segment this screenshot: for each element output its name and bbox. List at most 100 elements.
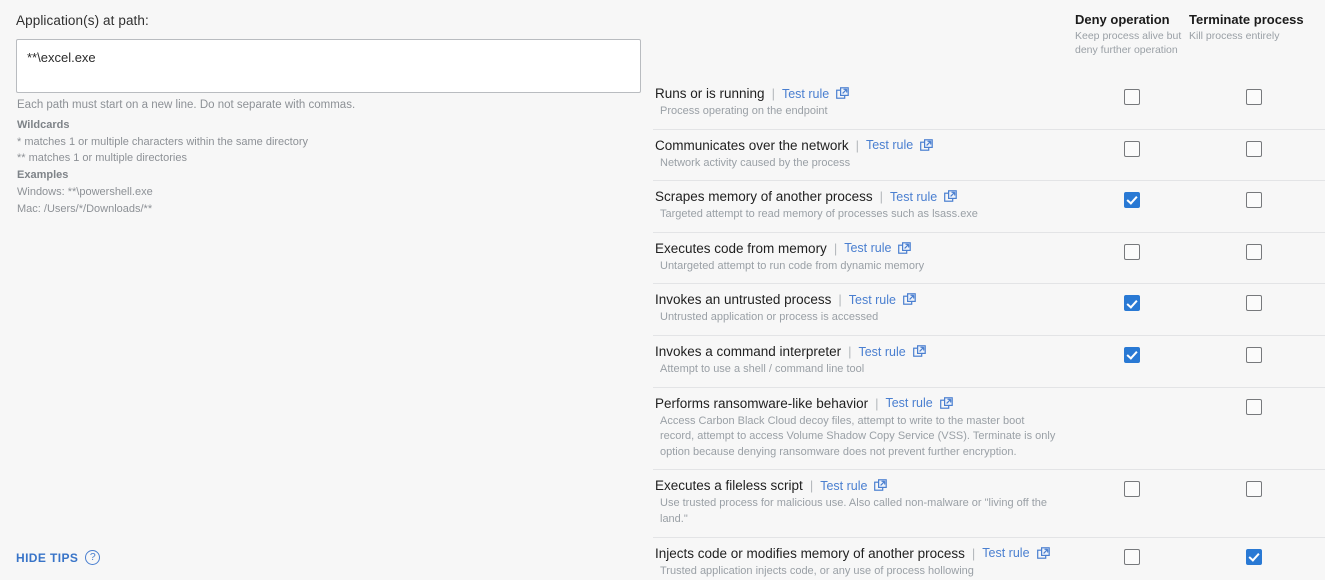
- test-rule-link[interactable]: Test rule: [820, 479, 867, 493]
- path-hint-text: Each path must start on a new line. Do n…: [17, 99, 356, 111]
- rule-row: Runs or is running | Test rule Process oper…: [653, 78, 1325, 129]
- deny-cell: [1075, 470, 1189, 498]
- deny-cell: [1075, 388, 1189, 415]
- rule-info: Invokes an untrusted process | Test rule Un…: [653, 284, 1075, 335]
- path-field-label: Application(s) at path:: [16, 13, 149, 28]
- tips-line: ** matches 1 or multiple directories: [17, 152, 187, 165]
- test-rule-link[interactable]: Test rule: [858, 345, 905, 359]
- deny-cell: [1075, 78, 1189, 105]
- rule-info: Runs or is running | Test rule Process oper…: [653, 78, 1075, 129]
- rule-title-line: Executes a fileless script | Test rule: [655, 478, 1075, 493]
- open-in-new-window-icon[interactable]: [903, 293, 916, 306]
- rule-title-line: Invokes a command interpreter | Test rule: [655, 344, 1075, 359]
- terminate-checkbox[interactable]: [1246, 140, 1262, 157]
- rule-title-line: Communicates over the network | Test rule: [655, 138, 1075, 153]
- rule-title-line: Injects code or modifies memory of anoth…: [655, 546, 1075, 561]
- rule-title: Scrapes memory of another process: [655, 189, 873, 205]
- deny-cell: [1075, 130, 1189, 157]
- deny-checkbox[interactable]: [1124, 347, 1140, 364]
- rule-info: Performs ransomware-like behavior | Test r…: [653, 388, 1075, 470]
- rules-table: Runs or is running | Test rule Process oper…: [653, 78, 1325, 580]
- rule-description: Process operating on the endpoint: [660, 105, 828, 117]
- tips-heading: Examples: [17, 169, 69, 182]
- deny-checkbox[interactable]: [1124, 192, 1140, 209]
- rule-info: Invokes a command interpreter | Test rule A…: [653, 336, 1075, 387]
- rule-info: Executes a fileless script | Test rule Use …: [653, 470, 1075, 536]
- title-separator: |: [833, 240, 838, 256]
- deny-checkbox[interactable]: [1124, 548, 1140, 565]
- column-header-deny: Deny operation Keep process alive but de…: [1075, 12, 1185, 58]
- column-headers: Deny operation Keep process alive but de…: [653, 0, 1325, 78]
- deny-checkbox[interactable]: [1124, 481, 1140, 498]
- rule-row: Executes code from memory | Test rule Untar…: [653, 231, 1325, 284]
- rule-row: Performs ransomware-like behavior | Test r…: [653, 386, 1325, 470]
- rule-description: Network activity caused by the process: [660, 156, 851, 169]
- terminate-checkbox[interactable]: [1246, 295, 1262, 312]
- title-separator: |: [855, 137, 859, 153]
- terminate-cell: [1189, 233, 1319, 260]
- open-in-new-window-icon[interactable]: [898, 242, 912, 255]
- test-rule-link[interactable]: Test rule: [866, 138, 913, 152]
- hide-tips-label: HIDE TIPS: [16, 550, 79, 565]
- rule-row: Invokes an untrusted process | Test rule Un…: [653, 283, 1325, 335]
- rule-title-line: Executes code from memory | Test rule: [655, 241, 1075, 256]
- terminate-checkbox[interactable]: [1246, 481, 1262, 498]
- terminate-cell: [1189, 284, 1319, 312]
- deny-checkbox[interactable]: [1124, 295, 1140, 312]
- deny-checkbox[interactable]: [1124, 140, 1140, 157]
- open-in-new-window-icon[interactable]: [1036, 546, 1050, 560]
- terminate-checkbox[interactable]: [1246, 89, 1262, 105]
- rules-panel: Deny operation Keep process alive but de…: [653, 0, 1325, 580]
- tips-line: * matches 1 or multiple characters withi…: [17, 135, 309, 148]
- rule-info: Injects code or modifies memory of anoth…: [653, 538, 1075, 580]
- deny-checkbox[interactable]: [1124, 243, 1140, 260]
- title-separator: |: [809, 478, 814, 494]
- rule-description: Targeted attempt to read memory of proce…: [660, 208, 978, 221]
- rule-description: Attempt to use a shell / command line to…: [660, 363, 865, 376]
- open-in-new-window-icon[interactable]: [939, 396, 953, 410]
- open-in-new-window-icon[interactable]: [944, 190, 958, 203]
- tips-line: Windows: **\powershell.exe: [17, 185, 153, 198]
- column-header-terminate-title: Terminate process: [1189, 12, 1304, 27]
- deny-cell: [1075, 233, 1189, 260]
- terminate-checkbox[interactable]: [1246, 398, 1262, 415]
- terminate-checkbox[interactable]: [1246, 192, 1262, 209]
- terminate-checkbox[interactable]: [1246, 548, 1262, 565]
- rule-row: Communicates over the network | Test rule N…: [653, 128, 1325, 181]
- terminate-checkbox[interactable]: [1246, 243, 1262, 260]
- terminate-cell: [1189, 538, 1319, 565]
- rule-title-line: Invokes an untrusted process | Test rule: [655, 292, 1075, 307]
- rule-title-line: Performs ransomware-like behavior | Test r…: [655, 396, 1075, 411]
- rule-title: Performs ransomware-like behavior: [655, 395, 869, 411]
- test-rule-link[interactable]: Test rule: [890, 190, 937, 204]
- title-separator: |: [875, 395, 879, 411]
- rule-title: Invokes an untrusted process: [655, 292, 832, 308]
- rule-row: Scrapes memory of another process | Test r…: [653, 180, 1325, 232]
- title-separator: |: [771, 86, 775, 101]
- tips-block: Wildcards * matches 1 or multiple charact…: [17, 117, 308, 217]
- deny-cell: [1075, 284, 1189, 312]
- question-circle-icon[interactable]: ?: [85, 550, 101, 565]
- open-in-new-window-icon[interactable]: [912, 345, 926, 358]
- open-in-new-window-icon[interactable]: [836, 87, 850, 100]
- deny-cell: [1075, 336, 1189, 364]
- hide-tips-button[interactable]: HIDE TIPS ?: [16, 550, 101, 565]
- test-rule-link[interactable]: Test rule: [849, 293, 896, 307]
- column-header-terminate: Terminate process Kill process entirely: [1189, 12, 1319, 44]
- rule-info: Communicates over the network | Test rule N…: [653, 130, 1075, 181]
- terminate-checkbox[interactable]: [1246, 347, 1262, 364]
- open-in-new-window-icon[interactable]: [874, 479, 888, 492]
- deny-checkbox[interactable]: [1124, 89, 1140, 105]
- test-rule-link[interactable]: Test rule: [782, 87, 829, 101]
- title-separator: |: [848, 344, 852, 360]
- rule-row: Executes a fileless script | Test rule Use …: [653, 469, 1325, 536]
- path-entry-panel: Application(s) at path: Each path must s…: [0, 0, 652, 580]
- open-in-new-window-icon[interactable]: [920, 138, 934, 152]
- test-rule-link[interactable]: Test rule: [982, 546, 1029, 560]
- column-header-deny-subtitle: Keep process alive but deny further oper…: [1075, 30, 1182, 56]
- test-rule-link[interactable]: Test rule: [885, 396, 932, 410]
- title-separator: |: [838, 292, 842, 308]
- test-rule-link[interactable]: Test rule: [844, 241, 891, 255]
- rule-description: Untargeted attempt to run code from dyna…: [660, 259, 925, 272]
- application-path-input[interactable]: [16, 39, 641, 93]
